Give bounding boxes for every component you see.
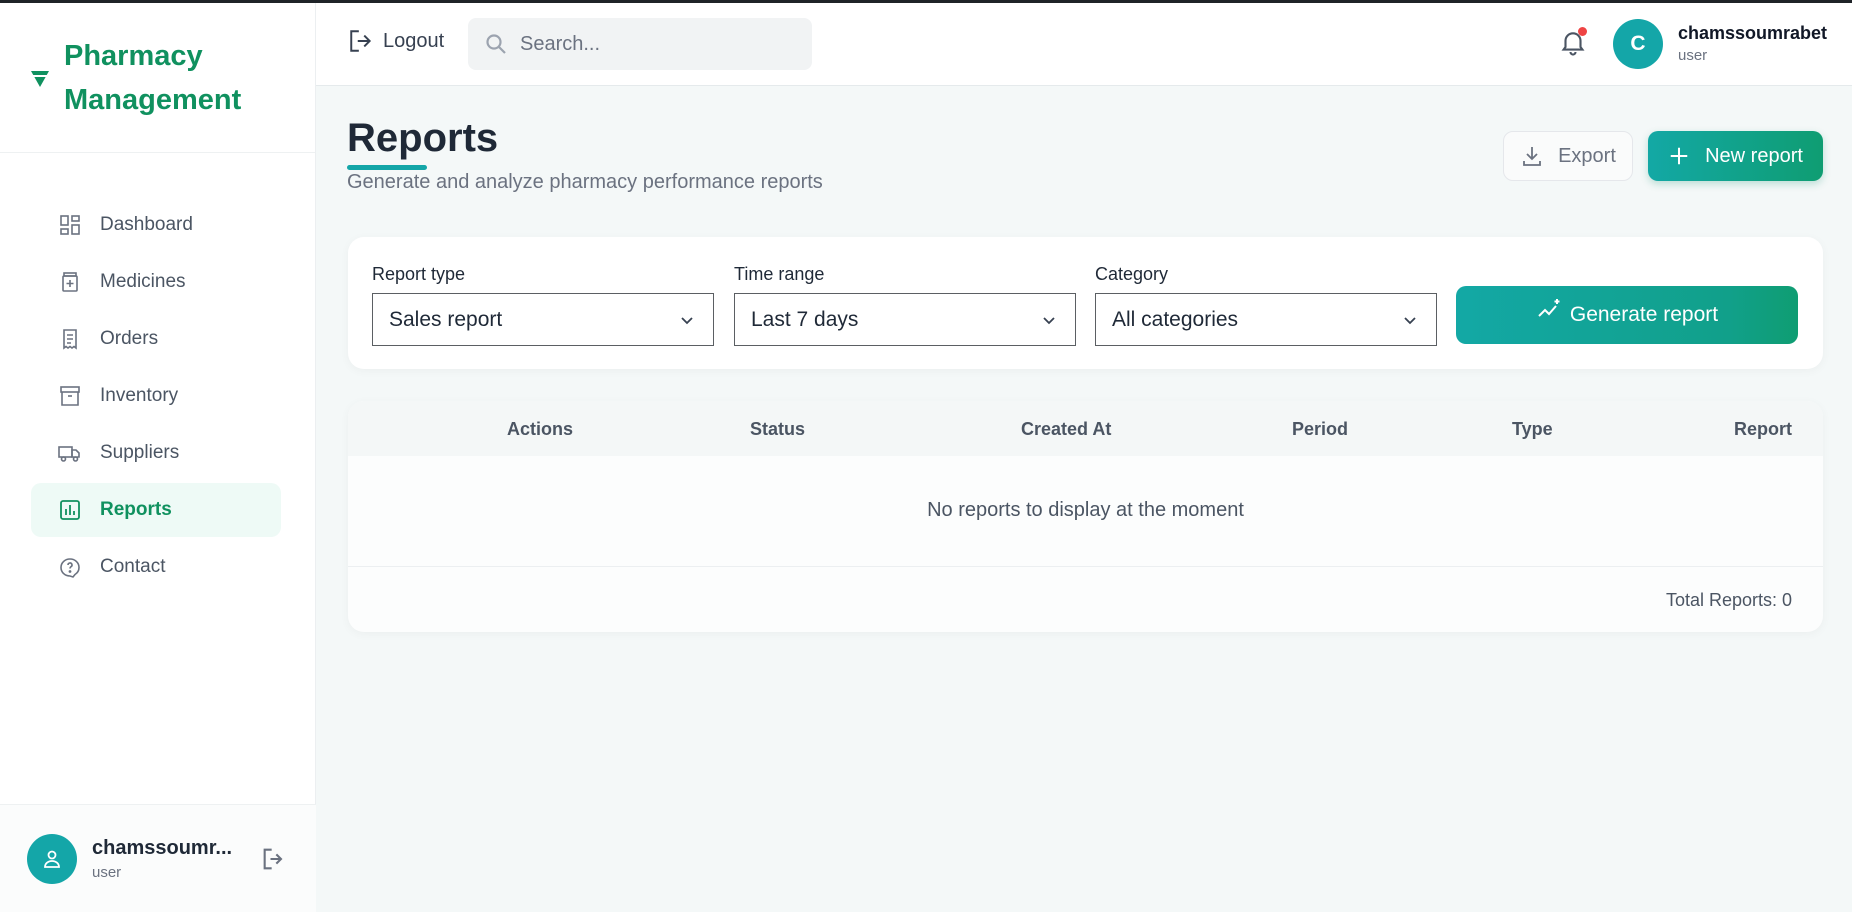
app-title: Pharmacy Management [64,39,242,116]
time-range-select[interactable]: Last 7 days [734,293,1076,346]
time-range-label: Time range [734,264,825,284]
sidebar-item-contact[interactable]: Contact [31,540,281,594]
sidebar-item-suppliers[interactable]: Suppliers [31,426,281,480]
sidebar-item-label: Reports [100,499,172,520]
header-user-name: chamssoumrabet [1678,23,1828,43]
bar-chart-icon [60,500,80,520]
table-footer: Total Reports: 0 [348,566,1823,632]
sidebar-item-dashboard[interactable]: Dashboard [31,198,281,252]
download-icon [1523,147,1541,166]
page-title: Reports [347,116,499,160]
column-header-created-at[interactable]: Created At [1021,419,1111,440]
sidebar-item-label: Inventory [100,385,179,406]
archive-icon [60,386,80,406]
receipt-icon [63,329,77,350]
logout-icon [350,30,372,52]
logout-label: Logout [383,29,445,52]
new-report-button[interactable]: New report [1648,131,1823,181]
category-value: All categories [1112,307,1239,331]
time-range-filter: Time range Last 7 days [734,264,1076,346]
search-box[interactable] [468,18,812,70]
sidebar-item-label: Orders [100,328,159,349]
sparkle-chart-icon [1538,299,1560,317]
logo-icon [31,70,49,87]
sidebar-item-label: Dashboard [100,214,193,235]
report-type-value: Sales report [389,307,503,331]
sidebar-item-label: Contact [100,556,166,577]
medicine-icon [62,272,78,292]
sidebar-item-label: Medicines [100,271,186,292]
category-label: Category [1095,264,1169,284]
logout-icon[interactable] [260,845,288,873]
logout-button[interactable]: Logout [348,28,444,54]
top-header: Logout C chamssoumrabet user [316,3,1852,86]
user-icon [44,850,60,868]
category-select[interactable]: All categories [1095,293,1437,346]
column-header-type[interactable]: Type [1512,419,1553,440]
header-avatar[interactable]: C [1613,19,1663,69]
sidebar-item-inventory[interactable]: Inventory [31,369,281,423]
dashboard-icon [60,215,80,235]
sidebar-user-panel: chamssoumr... user [0,804,316,912]
brand[interactable]: Pharmacy Management [0,3,315,153]
category-filter: Category All categories [1095,264,1437,346]
report-type-label: Report type [372,264,466,284]
sidebar: Pharmacy Management Dashboard Medicines … [0,3,316,912]
sidebar-item-medicines[interactable]: Medicines [31,255,281,309]
page-subtitle: Generate and analyze pharmacy performanc… [347,171,823,193]
truck-icon [58,446,80,462]
export-label: Export [1558,144,1616,167]
report-type-select[interactable]: Sales report [372,293,714,346]
user-avatar[interactable] [27,833,77,884]
table-header: Actions Status Created At Period Type Re… [348,401,1823,456]
notification-dot [1578,27,1587,36]
sidebar-user-name: chamssoumr... [92,836,233,859]
chevron-down-icon [681,316,693,324]
sidebar-item-label: Suppliers [100,442,180,463]
sidebar-user-role: user [92,863,122,881]
title-underline [347,165,427,170]
total-reports-count: Total Reports: 0 [1665,590,1792,610]
header-user-role: user [1678,47,1708,64]
report-type-filter: Report type Sales report [372,264,714,346]
plus-icon [1670,147,1688,165]
report-filters: Report type Sales report Time range Last… [348,237,1823,369]
search-icon [486,34,506,54]
reports-table: Actions Status Created At Period Type Re… [348,401,1823,632]
generate-report-button[interactable]: Generate report [1456,286,1798,344]
export-button[interactable]: Export [1503,131,1633,181]
help-icon [60,558,80,578]
sidebar-item-orders[interactable]: Orders [31,312,281,366]
new-report-label: New report [1705,144,1803,167]
column-header-period[interactable]: Period [1292,419,1348,440]
header-user-info[interactable]: chamssoumrabet user [1678,23,1827,64]
column-header-status[interactable]: Status [750,419,805,440]
chevron-down-icon [1404,316,1416,324]
column-header-report[interactable]: Report [1734,419,1792,440]
empty-state-message: No reports to display at the moment [927,499,1244,521]
column-header-actions[interactable]: Actions [507,419,573,440]
time-range-value: Last 7 days [751,307,859,331]
generate-report-label: Generate report [1569,303,1719,326]
search-input[interactable] [520,32,790,56]
sidebar-nav: Dashboard Medicines Orders Inventory Sup… [31,198,281,597]
chevron-down-icon [1043,316,1055,324]
sidebar-item-reports[interactable]: Reports [31,483,281,537]
